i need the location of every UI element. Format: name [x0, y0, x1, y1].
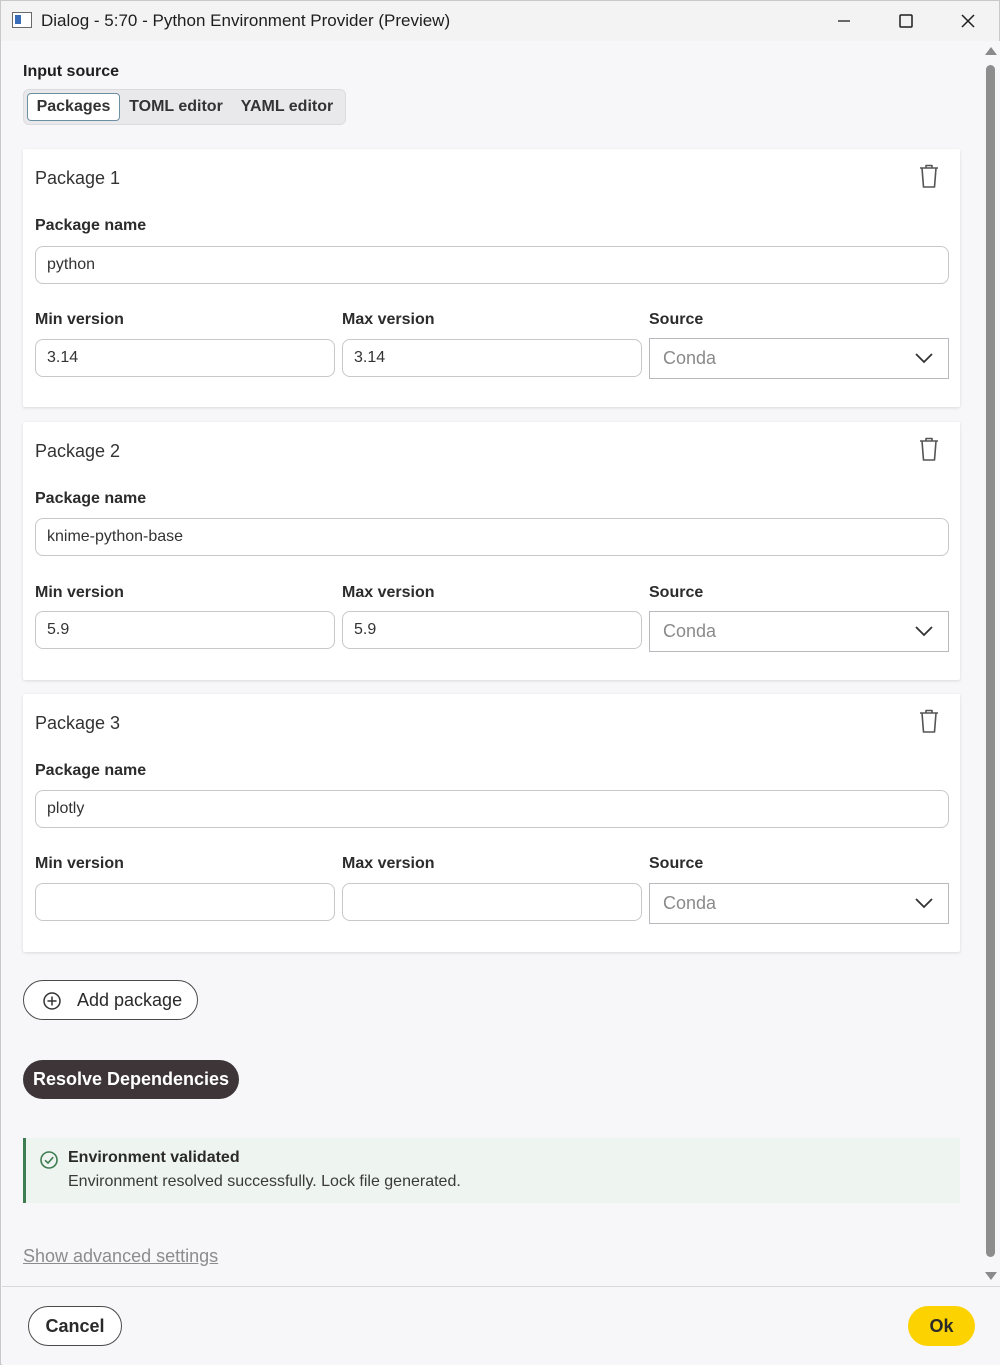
package-name-label: Package name: [35, 217, 147, 234]
close-button[interactable]: [937, 1, 999, 41]
min-version-label: Min version: [35, 584, 124, 601]
max-version-input[interactable]: [342, 883, 642, 921]
input-source-label: Input source: [23, 63, 120, 80]
cancel-button[interactable]: Cancel: [28, 1306, 122, 1346]
trash-icon[interactable]: [917, 163, 941, 189]
maximize-icon: [899, 14, 913, 28]
title-bar: Dialog - 5:70 - Python Environment Provi…: [1, 1, 999, 41]
vertical-scrollbar[interactable]: [981, 41, 1000, 1286]
add-package-label: Add package: [77, 990, 183, 1010]
dialog-window: Dialog - 5:70 - Python Environment Provi…: [0, 0, 1000, 1365]
show-advanced-settings-link[interactable]: Show advanced settings: [23, 1246, 218, 1267]
chevron-down-icon: [915, 626, 933, 637]
tab-yaml-editor[interactable]: YAML editor: [234, 93, 340, 121]
app-icon: [12, 12, 32, 28]
source-label: Source: [649, 855, 704, 872]
max-version-label: Max version: [342, 311, 435, 328]
package-name-input[interactable]: [35, 246, 949, 284]
min-version-input[interactable]: [35, 611, 335, 649]
input-source-switch: Packages TOML editor YAML editor: [23, 89, 346, 125]
package-name-input[interactable]: [35, 518, 949, 556]
tab-packages[interactable]: Packages: [27, 93, 120, 121]
min-version-input[interactable]: [35, 339, 335, 377]
source-label: Source: [649, 311, 704, 328]
trash-icon[interactable]: [917, 436, 941, 462]
minimize-icon: [838, 20, 850, 22]
max-version-label: Max version: [342, 855, 435, 872]
trash-icon[interactable]: [917, 708, 941, 734]
package-title: Package 1: [35, 168, 121, 188]
maximize-button[interactable]: [875, 1, 937, 41]
notice-title: Environment validated: [68, 1149, 240, 1166]
check-circle-icon: [40, 1151, 58, 1169]
package-card: Package 1 Package name Min version Max v…: [23, 149, 960, 407]
ok-button[interactable]: Ok: [908, 1306, 975, 1346]
dialog-footer: Cancel Ok: [2, 1286, 1000, 1365]
close-icon: [961, 14, 975, 28]
chevron-down-icon: [915, 898, 933, 909]
package-card: Package 2 Package name Min version Max v…: [23, 422, 960, 680]
source-select-value: Conda: [663, 893, 717, 913]
package-name-label: Package name: [35, 762, 147, 779]
source-select[interactable]: Conda: [649, 883, 949, 924]
dialog-content: Input source Packages TOML editor YAML e…: [2, 41, 980, 1286]
scroll-up-arrow-icon[interactable]: [985, 47, 997, 55]
resolve-dependencies-button[interactable]: Resolve Dependencies: [23, 1060, 239, 1099]
window-title: Dialog - 5:70 - Python Environment Provi…: [41, 11, 451, 30]
min-version-input[interactable]: [35, 883, 335, 921]
max-version-input[interactable]: [342, 611, 642, 649]
source-select-value: Conda: [663, 348, 717, 368]
min-version-label: Min version: [35, 855, 124, 872]
package-card: Package 3 Package name Min version Max v…: [23, 694, 960, 952]
minimize-button[interactable]: [813, 1, 875, 41]
max-version-label: Max version: [342, 584, 435, 601]
min-version-label: Min version: [35, 311, 124, 328]
notice-message: Environment resolved successfully. Lock …: [68, 1173, 461, 1190]
source-select[interactable]: Conda: [649, 338, 949, 379]
source-select[interactable]: Conda: [649, 611, 949, 652]
package-name-label: Package name: [35, 490, 147, 507]
tab-toml-editor[interactable]: TOML editor: [124, 93, 228, 121]
scrollbar-thumb[interactable]: [986, 65, 995, 1257]
max-version-input[interactable]: [342, 339, 642, 377]
source-label: Source: [649, 584, 704, 601]
add-package-button[interactable]: Add package: [23, 980, 198, 1020]
source-select-value: Conda: [663, 621, 717, 641]
chevron-down-icon: [915, 353, 933, 364]
scroll-down-arrow-icon[interactable]: [985, 1272, 997, 1280]
package-title: Package 3: [35, 713, 121, 733]
validation-notice: Environment validated Environment resolv…: [23, 1138, 960, 1203]
package-title: Package 2: [35, 441, 121, 461]
package-name-input[interactable]: [35, 790, 949, 828]
plus-circle-icon: [43, 992, 61, 1010]
